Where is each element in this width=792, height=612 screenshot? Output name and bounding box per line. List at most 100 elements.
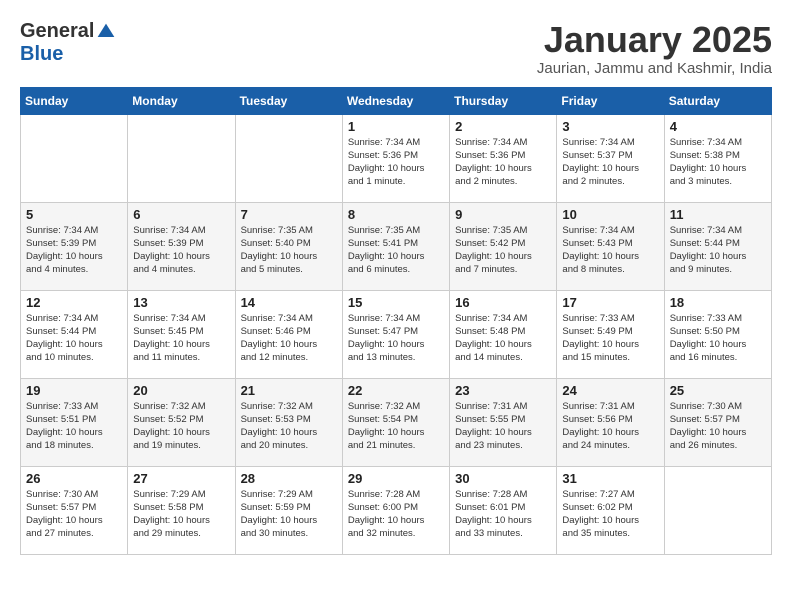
day-info: Sunrise: 7:28 AMSunset: 6:01 PMDaylight:…	[455, 488, 552, 541]
week-row-5: 26Sunrise: 7:30 AMSunset: 5:57 PMDayligh…	[21, 466, 772, 554]
weekday-header-row: SundayMondayTuesdayWednesdayThursdayFrid…	[21, 87, 772, 114]
calendar-cell: 13 Sunrise: 7:34 AMSunset: 5:45 PMDayligh…	[128, 290, 235, 378]
logo-general-text: General	[20, 20, 94, 43]
calendar-cell: 26Sunrise: 7:30 AMSunset: 5:57 PMDayligh…	[21, 466, 128, 554]
day-number: 19	[26, 383, 123, 398]
calendar-cell: 28 Sunrise: 7:29 AMSunset: 5:59 PMDayligh…	[235, 466, 342, 554]
calendar-cell: 24Sunrise: 7:31 AMSunset: 5:56 PMDayligh…	[557, 378, 664, 466]
calendar-cell	[21, 114, 128, 202]
weekday-header-friday: Friday	[557, 87, 664, 114]
week-row-1: 1 Sunrise: 7:34 AMSunset: 5:36 PMDaylight…	[21, 114, 772, 202]
calendar-cell: 7 Sunrise: 7:35 AMSunset: 5:40 PMDaylight…	[235, 202, 342, 290]
calendar-cell: 5 Sunrise: 7:34 AMSunset: 5:39 PMDaylight…	[21, 202, 128, 290]
day-number: 26	[26, 471, 123, 486]
day-info: Sunrise: 7:34 AMSunset: 5:39 PMDaylight:…	[133, 224, 230, 277]
weekday-header-sunday: Sunday	[21, 87, 128, 114]
day-number: 4	[670, 119, 767, 134]
logo-blue-text: Blue	[20, 43, 63, 66]
page: General Blue January 2025 Jaurian, Jammu…	[0, 0, 792, 565]
day-number: 30	[455, 471, 552, 486]
day-info: Sunrise: 7:28 AMSunset: 6:00 PMDaylight:…	[348, 488, 445, 541]
weekday-header-wednesday: Wednesday	[342, 87, 449, 114]
calendar-cell: 21Sunrise: 7:32 AMSunset: 5:53 PMDayligh…	[235, 378, 342, 466]
day-info: Sunrise: 7:34 AMSunset: 5:39 PMDaylight:…	[26, 224, 123, 277]
day-info: Sunrise: 7:34 AMSunset: 5:38 PMDaylight:…	[670, 136, 767, 189]
day-info: Sunrise: 7:34 AMSunset: 5:37 PMDaylight:…	[562, 136, 659, 189]
calendar-cell: 25 Sunrise: 7:30 AMSunset: 5:57 PMDayligh…	[664, 378, 771, 466]
calendar-cell: 14 Sunrise: 7:34 AMSunset: 5:46 PMDayligh…	[235, 290, 342, 378]
day-number: 17	[562, 295, 659, 310]
weekday-header-thursday: Thursday	[450, 87, 557, 114]
day-info: Sunrise: 7:30 AMSunset: 5:57 PMDaylight:…	[670, 400, 767, 453]
day-number: 28	[241, 471, 338, 486]
calendar-cell	[664, 466, 771, 554]
day-info: Sunrise: 7:27 AMSunset: 6:02 PMDaylight:…	[562, 488, 659, 541]
day-number: 11	[670, 207, 767, 222]
week-row-4: 19 Sunrise: 7:33 AMSunset: 5:51 PMDayligh…	[21, 378, 772, 466]
day-info: Sunrise: 7:33 AMSunset: 5:49 PMDaylight:…	[562, 312, 659, 365]
calendar-cell: 22Sunrise: 7:32 AMSunset: 5:54 PMDayligh…	[342, 378, 449, 466]
day-number: 31	[562, 471, 659, 486]
calendar-cell: 12 Sunrise: 7:34 AMSunset: 5:44 PMDayligh…	[21, 290, 128, 378]
weekday-header-monday: Monday	[128, 87, 235, 114]
day-number: 16	[455, 295, 552, 310]
day-info: Sunrise: 7:32 AMSunset: 5:53 PMDaylight:…	[241, 400, 338, 453]
header: General Blue January 2025 Jaurian, Jammu…	[20, 20, 772, 77]
day-info: Sunrise: 7:34 AMSunset: 5:46 PMDaylight:…	[241, 312, 338, 365]
calendar-cell: 9Sunrise: 7:35 AMSunset: 5:42 PMDaylight…	[450, 202, 557, 290]
logo-icon	[96, 22, 116, 42]
day-number: 3	[562, 119, 659, 134]
calendar-cell: 8 Sunrise: 7:35 AMSunset: 5:41 PMDaylight…	[342, 202, 449, 290]
calendar-cell: 18 Sunrise: 7:33 AMSunset: 5:50 PMDayligh…	[664, 290, 771, 378]
day-info: Sunrise: 7:33 AMSunset: 5:51 PMDaylight:…	[26, 400, 123, 453]
day-info: Sunrise: 7:32 AMSunset: 5:52 PMDaylight:…	[133, 400, 230, 453]
day-info: Sunrise: 7:35 AMSunset: 5:42 PMDaylight:…	[455, 224, 552, 277]
day-number: 13	[133, 295, 230, 310]
day-number: 1	[348, 119, 445, 134]
day-number: 7	[241, 207, 338, 222]
day-number: 8	[348, 207, 445, 222]
day-info: Sunrise: 7:33 AMSunset: 5:50 PMDaylight:…	[670, 312, 767, 365]
day-info: Sunrise: 7:31 AMSunset: 5:56 PMDaylight:…	[562, 400, 659, 453]
day-info: Sunrise: 7:29 AMSunset: 5:58 PMDaylight:…	[133, 488, 230, 541]
day-info: Sunrise: 7:35 AMSunset: 5:40 PMDaylight:…	[241, 224, 338, 277]
day-info: Sunrise: 7:34 AMSunset: 5:45 PMDaylight:…	[133, 312, 230, 365]
day-number: 12	[26, 295, 123, 310]
logo: General Blue	[20, 20, 116, 66]
day-info: Sunrise: 7:35 AMSunset: 5:41 PMDaylight:…	[348, 224, 445, 277]
calendar-cell: 2Sunrise: 7:34 AMSunset: 5:36 PMDaylight…	[450, 114, 557, 202]
title-block: January 2025 Jaurian, Jammu and Kashmir,…	[537, 20, 772, 77]
calendar-cell: 17 Sunrise: 7:33 AMSunset: 5:49 PMDayligh…	[557, 290, 664, 378]
day-number: 18	[670, 295, 767, 310]
calendar-title: January 2025	[537, 20, 772, 60]
day-info: Sunrise: 7:34 AMSunset: 5:47 PMDaylight:…	[348, 312, 445, 365]
calendar-cell: 4 Sunrise: 7:34 AMSunset: 5:38 PMDaylight…	[664, 114, 771, 202]
calendar-cell: 11Sunrise: 7:34 AMSunset: 5:44 PMDayligh…	[664, 202, 771, 290]
day-number: 15	[348, 295, 445, 310]
calendar-cell: 20Sunrise: 7:32 AMSunset: 5:52 PMDayligh…	[128, 378, 235, 466]
calendar-cell: 10 Sunrise: 7:34 AMSunset: 5:43 PMDayligh…	[557, 202, 664, 290]
calendar-cell: 6Sunrise: 7:34 AMSunset: 5:39 PMDaylight…	[128, 202, 235, 290]
day-number: 27	[133, 471, 230, 486]
calendar-cell: 1 Sunrise: 7:34 AMSunset: 5:36 PMDaylight…	[342, 114, 449, 202]
day-info: Sunrise: 7:34 AMSunset: 5:44 PMDaylight:…	[26, 312, 123, 365]
day-info: Sunrise: 7:34 AMSunset: 5:43 PMDaylight:…	[562, 224, 659, 277]
week-row-3: 12 Sunrise: 7:34 AMSunset: 5:44 PMDayligh…	[21, 290, 772, 378]
calendar-cell: 16Sunrise: 7:34 AMSunset: 5:48 PMDayligh…	[450, 290, 557, 378]
calendar-cell	[128, 114, 235, 202]
day-info: Sunrise: 7:34 AMSunset: 5:36 PMDaylight:…	[348, 136, 445, 189]
day-info: Sunrise: 7:31 AMSunset: 5:55 PMDaylight:…	[455, 400, 552, 453]
day-info: Sunrise: 7:29 AMSunset: 5:59 PMDaylight:…	[241, 488, 338, 541]
day-number: 14	[241, 295, 338, 310]
weekday-header-tuesday: Tuesday	[235, 87, 342, 114]
day-info: Sunrise: 7:34 AMSunset: 5:36 PMDaylight:…	[455, 136, 552, 189]
day-number: 29	[348, 471, 445, 486]
calendar-cell: 15 Sunrise: 7:34 AMSunset: 5:47 PMDayligh…	[342, 290, 449, 378]
week-row-2: 5 Sunrise: 7:34 AMSunset: 5:39 PMDaylight…	[21, 202, 772, 290]
calendar-cell: 3 Sunrise: 7:34 AMSunset: 5:37 PMDaylight…	[557, 114, 664, 202]
day-number: 23	[455, 383, 552, 398]
day-number: 5	[26, 207, 123, 222]
day-number: 25	[670, 383, 767, 398]
day-number: 10	[562, 207, 659, 222]
calendar-cell: 23 Sunrise: 7:31 AMSunset: 5:55 PMDayligh…	[450, 378, 557, 466]
